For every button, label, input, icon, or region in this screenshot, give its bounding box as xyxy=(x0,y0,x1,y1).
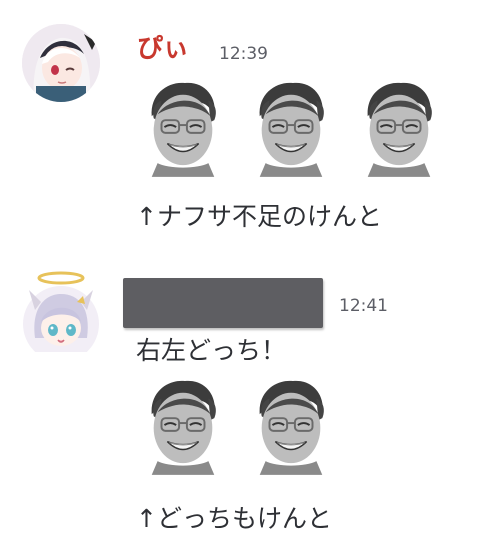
message-text: 右左どっち！ xyxy=(136,336,287,365)
grinning-face-photo-sticker-icon[interactable] xyxy=(248,78,334,178)
message-timestamp: 12:41 xyxy=(339,296,388,316)
grinning-face-photo-sticker-icon[interactable] xyxy=(140,78,226,178)
message-text: ↑ナフサ不足のけんと xyxy=(136,202,382,231)
user-avatar[interactable] xyxy=(22,24,100,102)
grinning-face-photo-sticker-icon[interactable] xyxy=(140,376,226,476)
message-timestamp: 12:39 xyxy=(219,44,268,64)
anime-girl-white-hair-avatar-icon xyxy=(22,24,100,102)
anime-girl-halo-avatar-icon xyxy=(23,271,99,352)
grinning-face-photo-sticker-icon[interactable] xyxy=(248,376,334,476)
user-avatar[interactable] xyxy=(22,271,100,362)
author-name[interactable]: ぴぃ xyxy=(137,34,189,64)
message-text: ↑どっちもけんと xyxy=(136,504,332,533)
redacted-author-name xyxy=(123,278,323,328)
grinning-face-photo-sticker-icon[interactable] xyxy=(356,78,442,178)
